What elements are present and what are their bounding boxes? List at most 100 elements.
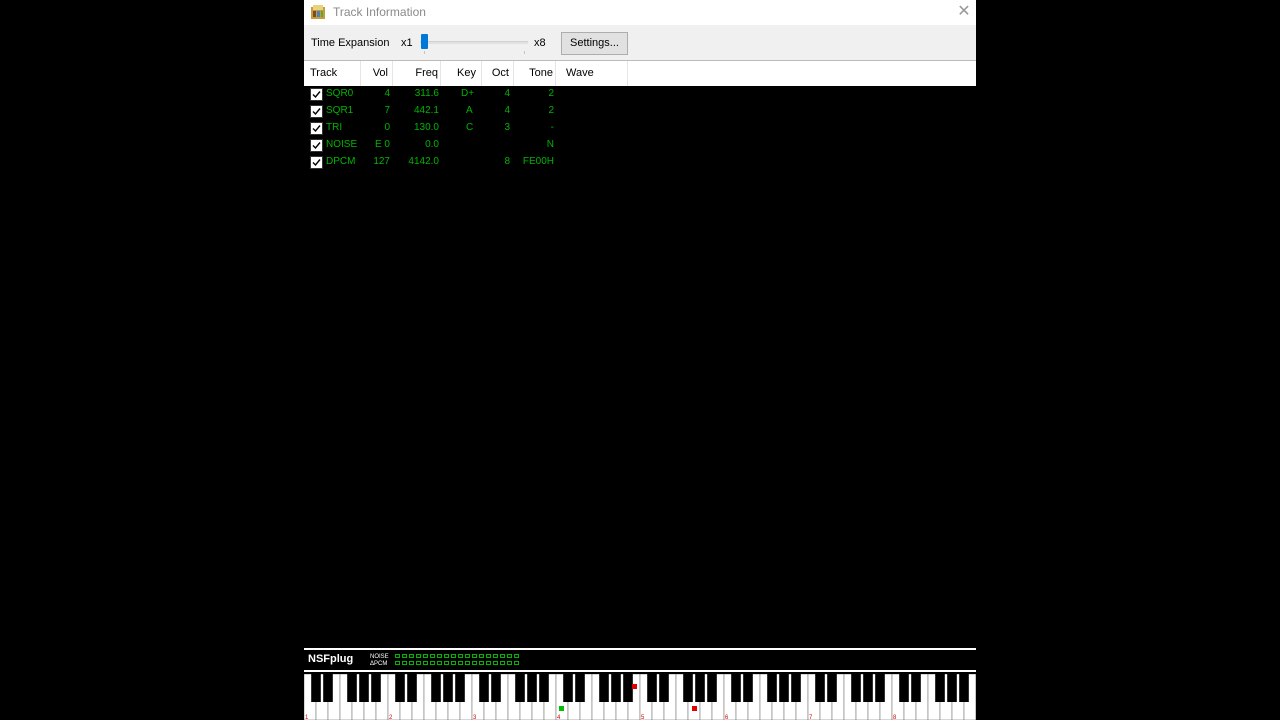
- black-key: [707, 674, 717, 702]
- column-header-oct[interactable]: Oct: [482, 61, 514, 86]
- track-key: C: [466, 122, 474, 133]
- window-title: Track Information: [333, 5, 426, 19]
- meter-segment: [493, 654, 498, 658]
- title-bar[interactable]: Track Information ✕: [304, 0, 976, 25]
- meter-segment: [451, 661, 456, 665]
- track-tone: -: [550, 122, 554, 133]
- meter-segment: [409, 654, 414, 658]
- track-name: TRI: [326, 122, 343, 133]
- app-icon: [311, 5, 325, 19]
- track-tone: 2: [548, 88, 554, 99]
- meter-segment: [465, 661, 470, 665]
- track-name: NOISE: [326, 139, 358, 150]
- meter-segment: [444, 661, 449, 665]
- divider: [304, 670, 976, 672]
- track-tone: 2: [548, 105, 554, 116]
- meter-segment: [514, 654, 519, 658]
- black-key: [539, 674, 549, 702]
- meter-segment: [423, 661, 428, 665]
- black-key: [863, 674, 873, 702]
- column-header-key[interactable]: Key: [441, 61, 482, 86]
- track-oct: 8: [504, 156, 510, 167]
- track-freq: 4142.0: [408, 156, 439, 167]
- track-vol: E 0: [374, 139, 390, 150]
- active-note-marker: [692, 706, 697, 711]
- black-key: [479, 674, 489, 702]
- black-key: [575, 674, 585, 702]
- black-key: [815, 674, 825, 702]
- slider-tick: [524, 51, 525, 54]
- black-key: [899, 674, 909, 702]
- meter-segment: [423, 654, 428, 658]
- black-key: [779, 674, 789, 702]
- slider-max-label: x8: [534, 37, 546, 49]
- track-checkbox[interactable]: [310, 156, 323, 169]
- black-key: [455, 674, 465, 702]
- table-row: TRI 0 130.0 C 3 -: [304, 120, 976, 137]
- track-key: D+: [461, 88, 475, 99]
- meter-segment: [437, 654, 442, 658]
- track-vol: 4: [384, 88, 390, 99]
- black-key: [695, 674, 705, 702]
- meter-segment: [395, 661, 400, 665]
- track-checkbox[interactable]: [310, 88, 323, 101]
- column-header-track[interactable]: Track: [304, 61, 361, 86]
- meter-segment: [493, 661, 498, 665]
- slider-thumb[interactable]: [421, 34, 428, 49]
- toolbar: Time Expansion x1 x8 Settings...: [304, 25, 976, 60]
- meter-segment: [395, 654, 400, 658]
- track-checkbox[interactable]: [310, 122, 323, 135]
- column-header-vol[interactable]: Vol: [361, 61, 393, 86]
- meter-segment: [479, 661, 484, 665]
- meter-segment: [451, 654, 456, 658]
- black-key: [599, 674, 609, 702]
- settings-button[interactable]: Settings...: [561, 32, 628, 55]
- track-freq: 130.0: [413, 122, 439, 133]
- meter-segment: [430, 654, 435, 658]
- meter-segment: [416, 661, 421, 665]
- black-key: [791, 674, 801, 702]
- meter-segment: [416, 654, 421, 658]
- column-header-wave[interactable]: Wave: [556, 61, 628, 86]
- track-freq: 311.6: [414, 88, 439, 99]
- track-tone: FE00H: [522, 156, 554, 167]
- meter-segment: [437, 661, 442, 665]
- meter-segment: [507, 661, 512, 665]
- meter-segment: [430, 661, 435, 665]
- track-vol: 7: [384, 105, 390, 116]
- track-oct: 3: [504, 122, 510, 133]
- column-header-freq[interactable]: Freq: [393, 61, 441, 86]
- black-key: [347, 674, 357, 702]
- black-key: [443, 674, 453, 702]
- meter-segment: [500, 661, 505, 665]
- track-checkbox[interactable]: [310, 139, 323, 152]
- track-name: DPCM: [326, 156, 356, 167]
- track-oct: 4: [504, 88, 510, 99]
- black-key: [935, 674, 945, 702]
- slider-track: [420, 41, 528, 44]
- track-key: A: [466, 105, 473, 116]
- time-expansion-label: Time Expansion: [311, 37, 390, 49]
- meter-segment: [402, 654, 407, 658]
- table-header: Track Vol Freq Key Oct Tone Wave: [304, 60, 976, 86]
- black-key: [515, 674, 525, 702]
- close-icon[interactable]: ✕: [952, 0, 976, 25]
- black-key: [431, 674, 441, 702]
- track-name: SQR0: [326, 88, 354, 99]
- black-key: [359, 674, 369, 702]
- black-key: [743, 674, 753, 702]
- divider: [304, 648, 976, 650]
- track-checkbox[interactable]: [310, 105, 323, 118]
- active-note-marker: [559, 706, 564, 711]
- table-row: SQR1 7 442.1 A 4 2: [304, 103, 976, 120]
- slider-min-label: x1: [401, 37, 413, 49]
- black-key: [767, 674, 777, 702]
- track-name: SQR1: [326, 105, 354, 116]
- black-key: [875, 674, 885, 702]
- black-key: [491, 674, 501, 702]
- track-vol: 0: [384, 122, 390, 133]
- column-header-tone[interactable]: Tone: [514, 61, 556, 86]
- track-vol: 127: [373, 156, 390, 167]
- time-expansion-slider[interactable]: [420, 31, 528, 57]
- meter-segment: [486, 654, 491, 658]
